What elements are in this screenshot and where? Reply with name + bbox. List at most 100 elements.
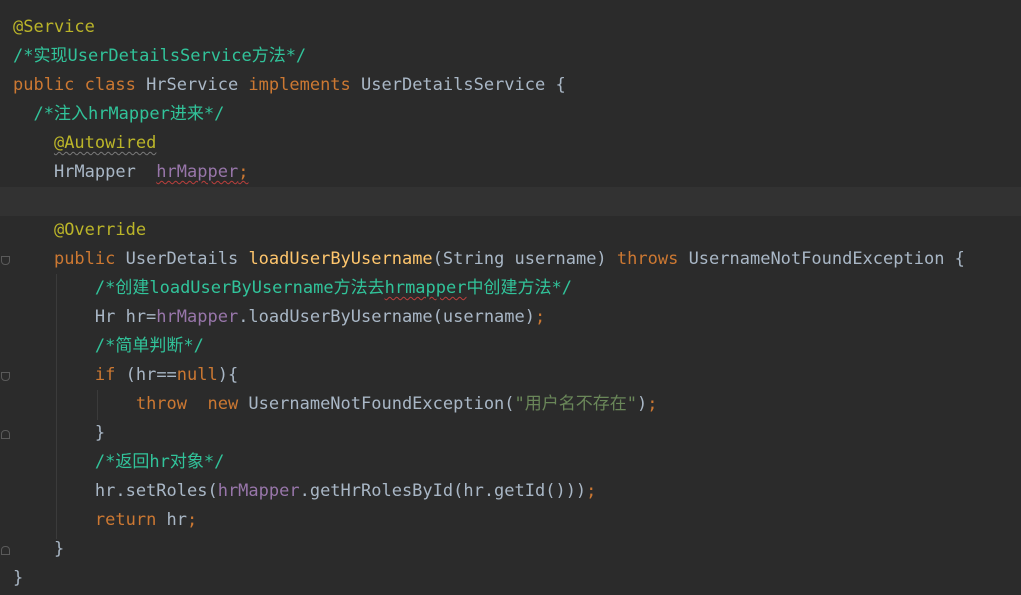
code-line[interactable]: /*返回hr对象*/: [0, 448, 1021, 477]
code-line[interactable]: @Autowired: [0, 129, 1021, 158]
code-token: (String username): [432, 249, 617, 269]
code-token: hr: [166, 510, 188, 530]
code-token: ;: [187, 510, 198, 530]
code-token: return: [94, 510, 167, 530]
code-token: hr.setRoles(: [13, 481, 218, 501]
code-line[interactable]: public UserDetails loadUserByUsername(St…: [0, 245, 1021, 274]
code-line-text: throw new UsernameNotFoundException("用户名…: [13, 390, 658, 419]
code-token: }: [13, 539, 65, 559]
code-line[interactable]: hr.setRoles(hrMapper.getHrRolesById(hr.g…: [0, 477, 1021, 506]
code-line-text: }: [13, 419, 105, 448]
code-line-text: hr.setRoles(hrMapper.getHrRolesById(hr.g…: [13, 477, 597, 506]
code-line[interactable]: @Override: [0, 216, 1021, 245]
fold-marker-icon[interactable]: [1, 430, 10, 439]
code-token: public class: [13, 75, 147, 95]
fold-marker-icon[interactable]: [1, 372, 10, 381]
code-token: UserDetails: [125, 249, 249, 269]
code-line-text: /*创建loadUserByUsername方法去hrmapper中创建方法*/: [13, 274, 572, 303]
code-line[interactable]: @Service: [0, 13, 1021, 42]
code-line-text: /*实现UserDetailsService方法*/: [13, 42, 306, 71]
code-line-text: /*简单判断*/: [13, 332, 204, 361]
code-token: /*返回hr对象*/: [94, 452, 225, 472]
code-line-text: return hr;: [13, 506, 197, 535]
code-line-text: Hr hr=hrMapper.loadUserByUsername(userna…: [13, 303, 545, 332]
code-token: UserDetailsService {: [361, 75, 566, 95]
code-line[interactable]: /*创建loadUserByUsername方法去hrmapper中创建方法*/: [0, 274, 1021, 303]
code-token: ;: [535, 307, 546, 327]
code-token: hrMapper: [156, 307, 239, 327]
code-line[interactable]: /*注入hrMapper进来*/: [0, 100, 1021, 129]
code-token: ;: [238, 162, 249, 182]
code-line-text: if (hr==null){: [13, 361, 238, 390]
code-line[interactable]: throw new UsernameNotFoundException("用户名…: [0, 390, 1021, 419]
code-token: hrMapper: [156, 162, 239, 182]
code-token: "用户名不存在": [514, 394, 638, 414]
code-token: }: [13, 568, 24, 588]
code-token: implements: [248, 75, 362, 95]
code-token: HrMapper: [13, 162, 157, 182]
code-token: /*实现UserDetailsService方法*/: [13, 46, 307, 66]
code-line[interactable]: }: [0, 535, 1021, 564]
code-token: ;: [647, 394, 658, 414]
code-line-text: /*注入hrMapper进来*/: [13, 100, 224, 129]
indent-guide: [97, 390, 98, 420]
code-token: HrService: [146, 75, 249, 95]
code-line[interactable]: [0, 187, 1021, 216]
code-token: 中创建方法*/: [466, 278, 572, 298]
code-token: @Autowired: [53, 133, 157, 153]
code-line[interactable]: /*简单判断*/: [0, 332, 1021, 361]
code-line-text: public UserDetails loadUserByUsername(St…: [13, 245, 965, 274]
code-token: public: [53, 249, 126, 269]
code-token: if: [94, 365, 126, 385]
fold-marker-icon[interactable]: [1, 256, 10, 265]
code-line[interactable]: HrMapper hrMapper;: [0, 158, 1021, 187]
code-token: /*创建loadUserByUsername方法去: [94, 278, 385, 298]
code-line[interactable]: return hr;: [0, 506, 1021, 535]
code-line[interactable]: /*实现UserDetailsService方法*/: [0, 42, 1021, 71]
code-token: loadUserByUsername: [248, 249, 433, 269]
code-token: }: [13, 423, 106, 443]
code-token: throw new: [135, 394, 249, 414]
code-token: UsernameNotFoundException {: [688, 249, 965, 269]
code-token: UsernameNotFoundException(: [248, 394, 515, 414]
code-line[interactable]: public class HrService implements UserDe…: [0, 71, 1021, 100]
code-line-text: /*返回hr对象*/: [13, 448, 224, 477]
code-token: /*简单判断*/: [94, 336, 204, 356]
code-token: .loadUserByUsername(username): [238, 307, 535, 327]
code-line-text: public class HrService implements UserDe…: [13, 71, 566, 100]
code-token: ){: [217, 365, 239, 385]
code-token: Hr hr=: [13, 307, 157, 327]
code-line-text: }: [13, 564, 23, 593]
code-token: @Override: [53, 220, 147, 240]
code-token: /*注入hrMapper进来*/: [33, 104, 225, 124]
code-token: ;: [586, 481, 597, 501]
code-token: @Service: [13, 17, 95, 37]
code-line-text: @Service: [13, 13, 95, 42]
code-token: hrmapper: [384, 278, 467, 298]
code-line[interactable]: Hr hr=hrMapper.loadUserByUsername(userna…: [0, 303, 1021, 332]
fold-marker-icon[interactable]: [1, 546, 10, 555]
code-line-text: @Autowired: [13, 129, 156, 158]
code-token: ): [637, 394, 648, 414]
code-line[interactable]: }: [0, 564, 1021, 593]
code-line[interactable]: }: [0, 419, 1021, 448]
code-token: (hr==: [125, 365, 177, 385]
code-line-text: HrMapper hrMapper;: [13, 158, 249, 187]
code-editor[interactable]: @Service /*实现UserDetailsService方法*/ public…: [0, 0, 1021, 595]
indent-guide: [56, 274, 57, 539]
code-token: throws: [616, 249, 689, 269]
code-line[interactable]: if (hr==null){: [0, 361, 1021, 390]
code-token: hrMapper: [217, 481, 300, 501]
code-line-text: @Override: [13, 216, 146, 245]
code-token: .getHrRolesById(hr.getId())): [299, 481, 587, 501]
